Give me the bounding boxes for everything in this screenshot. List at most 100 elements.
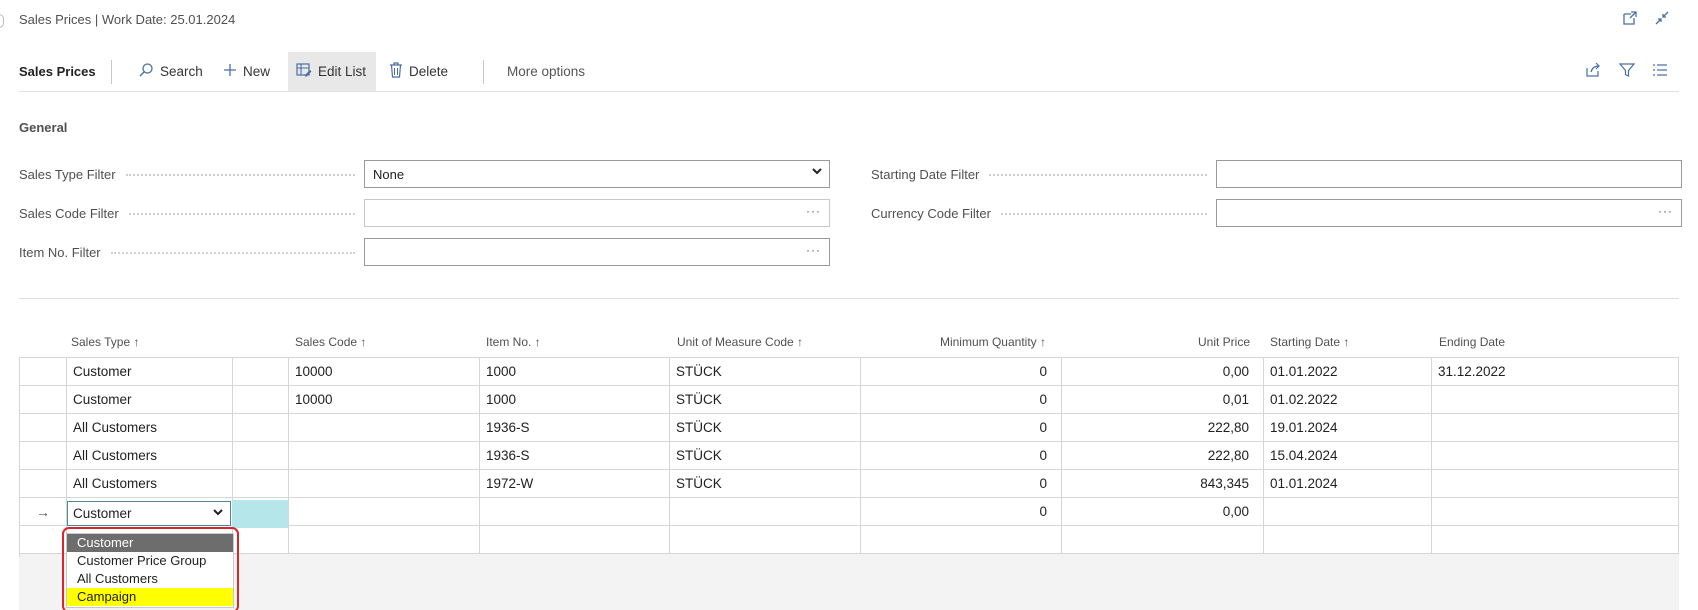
cell-item-no[interactable] [480,526,670,554]
cell-sales-type[interactable]: All Customers [67,414,233,442]
list-view-icon[interactable] [1649,62,1671,82]
cell-sales-code[interactable] [289,470,480,498]
cell-uom[interactable]: STÜCK [670,358,861,386]
cell-item-no[interactable]: 1000 [480,386,670,414]
starting-date-filter-field[interactable] [1216,160,1682,188]
cell-item-no[interactable]: 1936-S [480,442,670,470]
cell-unit-price[interactable]: 0,00 [1062,358,1264,386]
cell-starting-date[interactable]: 01.01.2024 [1264,470,1432,498]
cell-sales-type[interactable]: All Customers [67,442,233,470]
column-header-uom[interactable]: Unit of Measure Code ↑ [677,335,803,349]
cell-unit-price[interactable]: 222,80 [1062,442,1264,470]
cell-starting-date[interactable]: 01.02.2022 [1264,386,1432,414]
lookup-ellipsis-icon[interactable]: ··· [1658,204,1673,218]
cell-ending-date[interactable] [1432,442,1679,470]
cell-min-qty[interactable]: 0 [861,386,1062,414]
cell-item-no[interactable]: 1936-S [480,414,670,442]
cell-blank[interactable] [233,470,289,498]
cell-uom[interactable]: STÜCK [670,470,861,498]
cell-min-qty[interactable]: 0 [861,442,1062,470]
cell-min-qty[interactable] [861,526,1062,554]
cell-sales-code[interactable]: 10000 [289,386,480,414]
cell-item-no[interactable]: 1000 [480,358,670,386]
column-header-item-no[interactable]: Item No. ↑ [486,335,541,349]
lookup-ellipsis-icon[interactable]: ··· [806,204,821,218]
cell-unit-price[interactable]: 0,00 [1062,498,1264,526]
lookup-ellipsis-icon[interactable]: ··· [806,243,821,257]
row-indicator[interactable] [20,442,67,470]
cell-sales-type[interactable]: Customer [67,358,233,386]
cell-blank[interactable] [233,358,289,386]
collapse-icon[interactable] [1652,10,1672,30]
item-no-filter-field[interactable]: ··· [364,238,830,266]
cell-ending-date[interactable] [1432,470,1679,498]
cell-item-no[interactable] [480,498,670,526]
share-icon[interactable] [1582,62,1604,82]
cell-sales-type[interactable]: Customer [67,386,233,414]
cell-uom[interactable]: STÜCK [670,442,861,470]
row-indicator[interactable] [20,414,67,442]
cell-unit-price[interactable] [1062,526,1264,554]
cell-ending-date[interactable] [1432,526,1679,554]
sales-code-filter-field[interactable]: ··· [364,199,830,227]
cell-sales-code[interactable] [289,442,480,470]
column-header-unit-price[interactable]: Unit Price [1100,335,1250,349]
delete-button[interactable]: Delete [381,52,456,91]
sales-type-filter-select[interactable]: None [364,160,830,188]
cell-blank[interactable] [233,526,289,554]
cell-ending-date[interactable]: 31.12.2022 [1432,358,1679,386]
plus-icon [223,63,237,81]
more-options-label: More options [507,64,586,79]
currency-code-filter-field[interactable]: ··· [1216,199,1682,227]
cell-starting-date[interactable]: 19.01.2024 [1264,414,1432,442]
cell-ending-date[interactable] [1432,386,1679,414]
cell-unit-price[interactable]: 222,80 [1062,414,1264,442]
cell-uom[interactable] [670,498,861,526]
cell-ending-date[interactable] [1432,498,1679,526]
cell-min-qty[interactable]: 0 [861,358,1062,386]
new-label: New [243,64,271,79]
filter-icon[interactable] [1616,62,1638,82]
open-new-window-icon[interactable] [1620,10,1640,30]
column-header-min-qty[interactable]: Minimum Quantity ↑ [870,335,1046,349]
cell-starting-date[interactable] [1264,498,1432,526]
cell-sales-code[interactable] [289,526,480,554]
cell-uom[interactable]: STÜCK [670,386,861,414]
row-indicator[interactable] [20,526,67,554]
cell-item-no[interactable]: 1972-W [480,470,670,498]
cell-unit-price[interactable]: 843,345 [1062,470,1264,498]
cell-uom[interactable]: STÜCK [670,414,861,442]
cell-blank[interactable] [233,386,289,414]
cell-sales-code[interactable]: 10000 [289,358,480,386]
cell-starting-date[interactable]: 15.04.2024 [1264,442,1432,470]
more-options-button[interactable]: More options [499,52,593,91]
row-indicator[interactable] [20,358,67,386]
cell-min-qty[interactable]: 0 [861,470,1062,498]
row-indicator[interactable] [20,386,67,414]
column-header-starting-date[interactable]: Starting Date ↑ [1270,335,1349,349]
row-indicator[interactable] [20,470,67,498]
column-header-sales-code[interactable]: Sales Code ↑ [295,335,366,349]
new-button[interactable]: New [215,52,278,91]
cell-sales-code[interactable] [289,498,480,526]
search-button[interactable]: Search [130,52,211,91]
edit-list-button[interactable]: Edit List [288,52,376,91]
cell-sales-type[interactable]: All Customers [67,470,233,498]
page-name: Sales Prices [19,64,96,79]
cell-unit-price[interactable]: 0,01 [1062,386,1264,414]
column-header-sales-type[interactable]: Sales Type ↑ [71,335,139,349]
cell-uom[interactable] [670,526,861,554]
cell-min-qty[interactable]: 0 [861,498,1062,526]
cell-starting-date[interactable]: 01.01.2022 [1264,358,1432,386]
cell-ending-date[interactable] [1432,414,1679,442]
sales-type-select[interactable]: Customer [67,501,231,526]
cell-sales-code[interactable] [289,414,480,442]
cell-blank[interactable] [233,414,289,442]
column-header-ending-date[interactable]: Ending Date [1439,335,1505,349]
cell-blank[interactable] [233,442,289,470]
cell-min-qty[interactable]: 0 [861,414,1062,442]
cell-starting-date[interactable] [1264,526,1432,554]
page-title: Sales Prices | Work Date: 25.01.2024 [19,12,236,27]
title-bar: Sales Prices | Work Date: 25.01.2024 [0,0,1698,40]
edit-list-icon [296,62,312,81]
